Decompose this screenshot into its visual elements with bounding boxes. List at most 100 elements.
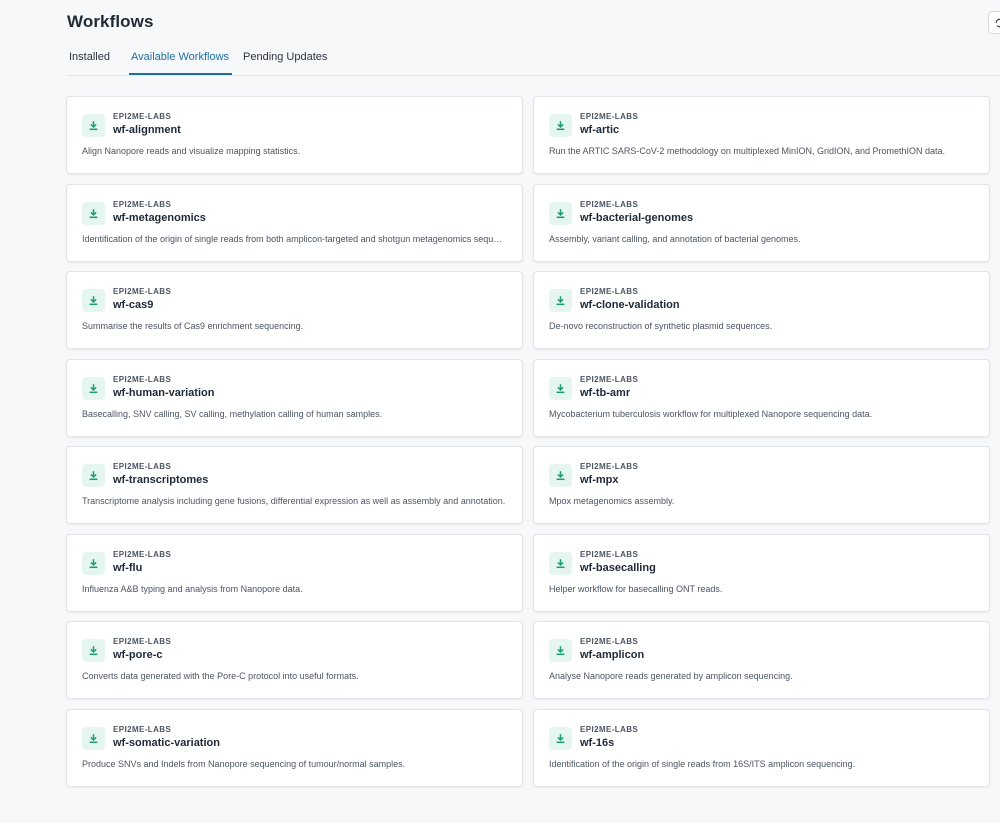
workflow-card[interactable]: EPI2ME-LABS wf-metagenomics Identification…	[66, 184, 523, 262]
workflow-org: EPI2ME-LABS	[580, 287, 639, 296]
download-icon[interactable]	[82, 202, 105, 225]
workflow-name: wf-amplicon	[580, 649, 645, 661]
workflow-description: Mpox metagenomics assembly.	[549, 496, 675, 506]
workflow-card[interactable]: EPI2ME-LABS wf-basecalling Helper workflow…	[533, 534, 990, 612]
download-icon[interactable]	[82, 289, 105, 312]
download-icon[interactable]	[82, 727, 105, 750]
download-icon[interactable]	[549, 202, 572, 225]
download-icon[interactable]	[549, 464, 572, 487]
download-glyph	[556, 471, 565, 481]
workflow-description: De-novo reconstruction of synthetic plas…	[549, 321, 773, 331]
workflow-description: Assembly, variant calling, and annotatio…	[549, 234, 801, 244]
download-icon[interactable]	[82, 114, 105, 137]
download-glyph	[556, 559, 565, 569]
download-icon[interactable]	[549, 289, 572, 312]
download-icon[interactable]	[549, 552, 572, 575]
workflow-description: Basecalling, SNV calling, SV calling, me…	[82, 409, 383, 419]
tab-available-workflows[interactable]: Available Workflows	[129, 40, 233, 76]
workflow-org: EPI2ME-LABS	[113, 375, 172, 384]
workflow-org: EPI2ME-LABS	[113, 462, 172, 471]
workflow-description: Produce SNVs and Indels from Nanopore se…	[82, 759, 406, 769]
refresh-button[interactable]	[988, 11, 1000, 34]
download-glyph	[556, 121, 565, 131]
download-glyph	[556, 209, 565, 219]
workflow-description: Align Nanopore reads and visualize mappi…	[82, 146, 301, 156]
download-icon[interactable]	[82, 552, 105, 575]
refresh-icon	[995, 18, 1000, 27]
download-glyph	[89, 646, 98, 656]
workflow-card[interactable]: EPI2ME-LABS wf-somatic-variation Produce S…	[66, 709, 523, 787]
workflow-org: EPI2ME-LABS	[580, 112, 639, 121]
download-glyph	[89, 209, 98, 219]
tab-installed[interactable]: Installed	[69, 40, 110, 76]
page-title: Workflows	[67, 12, 154, 31]
download-icon[interactable]	[82, 464, 105, 487]
workflow-name: wf-human-variation	[113, 387, 215, 399]
workflow-name: wf-pore-c	[113, 649, 163, 661]
workflow-card[interactable]: EPI2ME-LABS wf-cas9 Summarise the results …	[66, 271, 523, 349]
workflow-card[interactable]: EPI2ME-LABS wf-artic Run the ARTIC SARS-Co…	[533, 96, 990, 174]
workflow-description: Identification of the origin of single r…	[549, 759, 856, 769]
workflow-org: EPI2ME-LABS	[580, 550, 639, 559]
workflow-org: EPI2ME-LABS	[580, 725, 639, 734]
workflow-card[interactable]: EPI2ME-LABS wf-human-variation Basecalling…	[66, 359, 523, 437]
tab-available-workflows-label: Available Workflows	[131, 51, 230, 63]
workflow-org: EPI2ME-LABS	[580, 200, 639, 209]
workflow-org: EPI2ME-LABS	[113, 725, 172, 734]
download-glyph	[89, 296, 98, 306]
workflow-card[interactable]: EPI2ME-LABS wf-bacterial-genomes Assembly,…	[533, 184, 990, 262]
workflow-name: wf-mpx	[580, 474, 619, 486]
workflow-card[interactable]: EPI2ME-LABS wf-pore-c Converts data genera…	[66, 621, 523, 699]
workflow-name: wf-artic	[580, 124, 620, 136]
download-glyph	[89, 384, 98, 394]
workflow-description: Mycobacterium tuberculosis workflow for …	[549, 409, 873, 419]
workflow-description: Run the ARTIC SARS-CoV-2 methodology on …	[549, 146, 946, 156]
workflow-name: wf-cas9	[113, 299, 154, 311]
workflow-name: wf-basecalling	[580, 562, 656, 574]
download-icon[interactable]	[82, 639, 105, 662]
download-glyph	[556, 384, 565, 394]
download-glyph	[556, 734, 565, 744]
workflow-org: EPI2ME-LABS	[580, 637, 639, 646]
active-tab-indicator	[129, 73, 233, 75]
workflow-card[interactable]: EPI2ME-LABS wf-transcriptomes Transcriptom…	[66, 446, 523, 524]
workflow-org: EPI2ME-LABS	[113, 550, 172, 559]
download-glyph	[556, 296, 565, 306]
workflow-org: EPI2ME-LABS	[113, 287, 172, 296]
workflow-tabs: Installed Available Workflows Pending Up…	[67, 40, 1000, 76]
workflow-name: wf-alignment	[113, 124, 181, 136]
workflow-org: EPI2ME-LABS	[580, 375, 639, 384]
workflow-description: Summarise the results of Cas9 enrichment…	[82, 321, 304, 331]
workflow-org: EPI2ME-LABS	[113, 637, 172, 646]
download-glyph	[556, 646, 565, 656]
workflow-card[interactable]: EPI2ME-LABS wf-tb-amr Mycobacterium tuberc…	[533, 359, 990, 437]
workflow-org: EPI2ME-LABS	[113, 200, 172, 209]
workflow-name: wf-tb-amr	[580, 387, 631, 399]
download-glyph	[89, 734, 98, 744]
download-icon[interactable]	[82, 377, 105, 400]
download-glyph	[89, 121, 98, 131]
workflow-name: wf-clone-validation	[580, 299, 680, 311]
workflow-description: Transcriptome analysis including gene fu…	[82, 496, 506, 506]
workflow-card[interactable]: EPI2ME-LABS wf-16s Identification of the o…	[533, 709, 990, 787]
workflow-card[interactable]: EPI2ME-LABS wf-amplicon Analyse Nanopore r…	[533, 621, 990, 699]
workflow-description: Influenza A&B typing and analysis from N…	[82, 584, 303, 594]
download-icon[interactable]	[549, 377, 572, 400]
workflow-card[interactable]: EPI2ME-LABS wf-mpx Mpox metagenomics assem…	[533, 446, 990, 524]
workflow-name: wf-flu	[113, 562, 143, 574]
workflow-card[interactable]: EPI2ME-LABS wf-clone-validation De-novo re…	[533, 271, 990, 349]
workflow-description: Helper workflow for basecalling ONT read…	[549, 584, 723, 594]
workflow-description: Converts data generated with the Pore-C …	[82, 671, 359, 681]
download-glyph	[89, 471, 98, 481]
workflow-card[interactable]: EPI2ME-LABS wf-alignment Align Nanopore re…	[66, 96, 523, 174]
download-icon[interactable]	[549, 639, 572, 662]
download-icon[interactable]	[549, 727, 572, 750]
workflow-name: wf-somatic-variation	[113, 737, 220, 749]
workflow-description: Identification of the origin of single r…	[82, 234, 507, 244]
workflow-name: wf-16s	[580, 737, 615, 749]
workflow-name: wf-metagenomics	[113, 212, 206, 224]
workflow-org: EPI2ME-LABS	[113, 112, 172, 121]
tab-pending-updates[interactable]: Pending Updates	[243, 40, 327, 76]
download-icon[interactable]	[549, 114, 572, 137]
workflow-card[interactable]: EPI2ME-LABS wf-flu Influenza A&B typing an…	[66, 534, 523, 612]
